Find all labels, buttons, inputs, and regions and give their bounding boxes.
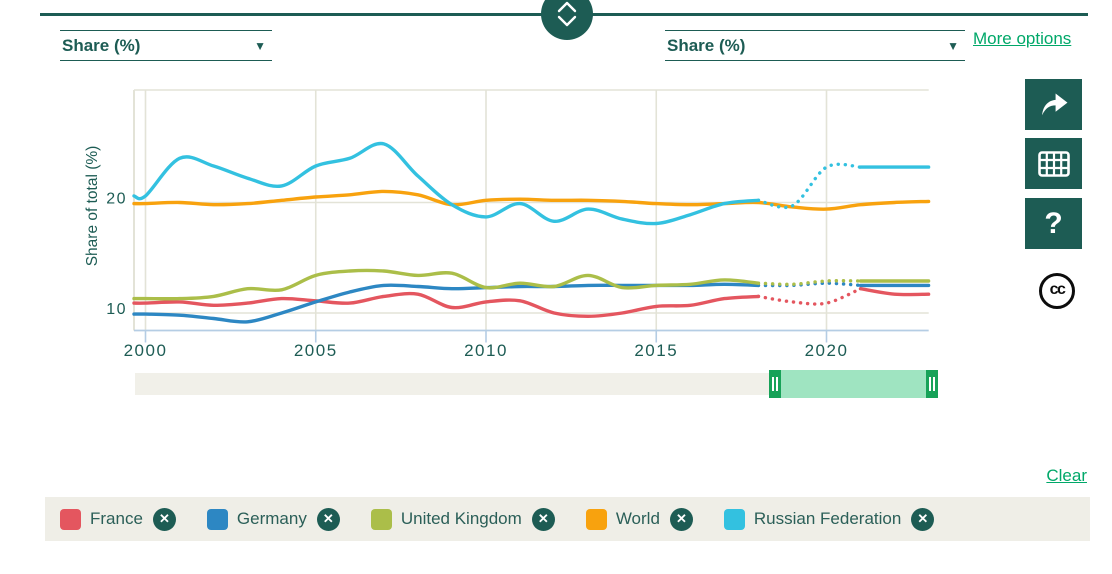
series-line-france[interactable] [861,289,929,295]
line-chart: 2000 2005 2010 2015 2020 10 20 Share of total (… [84,82,940,362]
x-tick-label: 2000 [124,341,168,360]
legend-swatch-united-kingdom [371,509,392,530]
axis-swap-button[interactable] [541,0,593,40]
legend-item-united-kingdom[interactable]: United Kingdom ✕ [371,508,555,531]
legend-label: France [90,509,143,529]
y-tick-label: 20 [106,191,127,208]
data-table-button[interactable] [1025,138,1082,189]
help-button[interactable]: ? [1025,198,1082,249]
x-tick-label: 2015 [634,341,678,360]
series-line-russian-federation[interactable] [134,143,758,223]
share-arrow-icon [1035,87,1073,123]
series-line-united-kingdom[interactable] [134,270,758,298]
y-tick-label: 10 [106,301,127,318]
x-tick-label: 2005 [294,341,338,360]
chevron-up-down-icon [551,0,583,31]
legend-swatch-world [586,509,607,530]
x-tick-label: 2020 [805,341,849,360]
question-mark-icon: ? [1044,207,1062,241]
time-slider-handle-left[interactable] [769,370,781,398]
time-slider-handle-right[interactable] [926,370,938,398]
left-indicator-dropdown[interactable]: Share (%) ▼ [60,30,272,61]
legend-swatch-france [60,509,81,530]
legend-item-world[interactable]: World ✕ [586,508,693,531]
series-line-france-projected[interactable] [758,289,860,304]
share-button[interactable] [1025,79,1082,130]
clear-link[interactable]: Clear [1046,466,1087,486]
legend-swatch-russian-federation [724,509,745,530]
legend-item-russian-federation[interactable]: Russian Federation ✕ [724,508,934,531]
table-icon [1036,148,1072,180]
series-line-russian-federation-projected[interactable] [758,164,860,207]
legend-bar: France✕Germany✕United Kingdom✕World✕Russ… [45,497,1090,541]
more-options-link[interactable]: More options [973,29,1071,49]
remove-icon[interactable]: ✕ [153,508,176,531]
remove-icon[interactable]: ✕ [911,508,934,531]
remove-icon[interactable]: ✕ [317,508,340,531]
legend-label: Russian Federation [754,509,901,529]
remove-icon[interactable]: ✕ [670,508,693,531]
gapminder-line-chart-app: Share (%) ▼ Share (%) ▼ More options 200… [0,0,1112,574]
creative-commons-icon[interactable]: cc [1039,273,1075,309]
right-indicator-dropdown[interactable]: Share (%) ▼ [665,30,965,61]
y-axis-title: Share of total (%) [84,146,101,267]
right-indicator-value: Share (%) [667,36,745,56]
legend-item-france[interactable]: France ✕ [60,508,176,531]
legend-label: World [616,509,660,529]
legend-label: United Kingdom [401,509,522,529]
x-tick-label: 2010 [464,341,508,360]
chevron-down-icon: ▼ [254,40,266,52]
legend-swatch-germany [207,509,228,530]
remove-icon[interactable]: ✕ [532,508,555,531]
chevron-down-icon: ▼ [947,40,959,52]
time-slider-selected-range[interactable] [775,370,931,398]
legend-label: Germany [237,509,307,529]
legend-item-germany[interactable]: Germany ✕ [207,508,340,531]
left-indicator-value: Share (%) [62,36,140,56]
